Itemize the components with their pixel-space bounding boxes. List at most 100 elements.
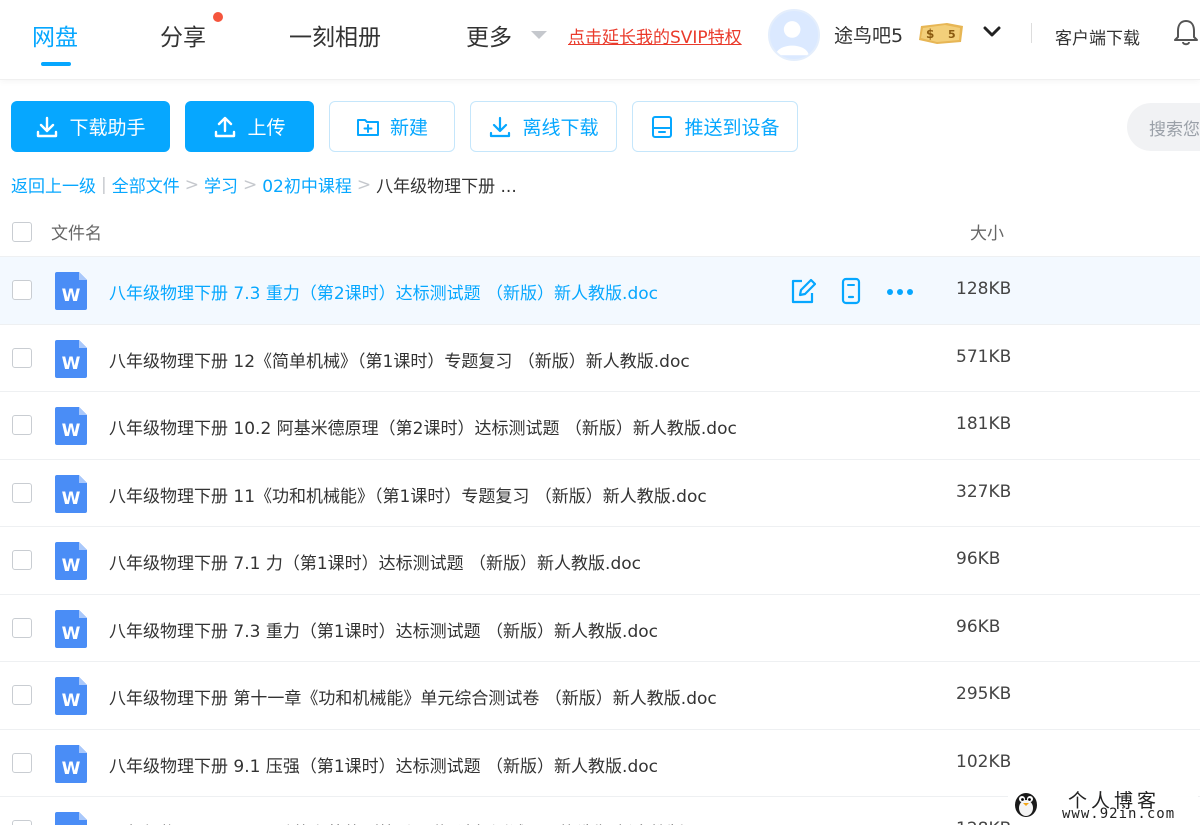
file-name[interactable]: 八年级物理下册 12《简单机械》（第1课时）专题复习 （新版）新人教版.doc (109, 347, 690, 372)
watermark-url: www.92in.com (1062, 806, 1176, 822)
row-checkbox[interactable] (12, 685, 32, 705)
file-size: 102KB (956, 751, 1012, 772)
upload-icon (215, 116, 236, 137)
file-list-header: 文件名 大小 (0, 205, 1200, 257)
file-row[interactable]: W 八年级物理下册 7.3 重力（第1课时）达标测试题 （新版）新人教版.doc 9… (0, 595, 1200, 662)
svg-text:W: W (62, 421, 81, 441)
edit-icon[interactable] (790, 277, 816, 305)
user-menu-chevron-icon[interactable] (983, 26, 1001, 38)
file-row[interactable]: W 八年级物理下册 7.3 重力（第2课时）达标测试题 （新版）新人教版.doc 1… (0, 257, 1200, 325)
penguin-logo-icon (1015, 793, 1037, 817)
offline-download-label: 离线下载 (522, 117, 599, 139)
file-size: 571KB (956, 346, 1012, 367)
active-tab-indicator (41, 62, 71, 66)
row-checkbox[interactable] (12, 617, 32, 638)
word-doc-icon: W (55, 339, 87, 378)
push-to-phone-icon[interactable] (840, 277, 862, 305)
file-name[interactable]: 八年级物理下册 7.3 重力（第1课时）达标测试题 （新版）新人教版.doc (109, 617, 658, 642)
breadcrumb-separator: > (356, 174, 372, 195)
client-download-link[interactable]: 客户端下载 (1055, 24, 1140, 49)
svg-text:W: W (62, 354, 81, 374)
svip-badge-icon[interactable]: $ 5 (917, 20, 967, 46)
breadcrumb-separator: > (184, 174, 199, 195)
word-doc-icon: W (55, 744, 87, 783)
file-name[interactable]: 八年级物理下册 7.3 重力（第2课时）达标测试题 （新版）新人教版.doc (109, 279, 658, 304)
device-icon (652, 115, 673, 138)
chevron-down-icon[interactable] (530, 30, 548, 40)
upload-label: 上传 (247, 117, 286, 139)
file-name[interactable]: 八年级物理下册 11《功和机械能》（第1课时）专题复习 （新版）新人教版.doc (109, 482, 707, 507)
column-header-size[interactable]: 大小 (970, 219, 1004, 244)
back-up-link[interactable]: 返回上一级 (11, 172, 96, 197)
search-placeholder: 搜索您的文件 (1149, 119, 1200, 140)
file-size: 327KB (956, 481, 1012, 502)
breadcrumb: 返回上一级 | 全部文件 > 学习 > 02初中课程 > 八年级物理下册 ... (11, 172, 517, 198)
file-size: 128KB (956, 819, 1011, 825)
word-doc-icon: W (55, 474, 87, 513)
breadcrumb-separator: > (242, 174, 258, 195)
svg-text:W: W (62, 556, 81, 576)
row-checkbox[interactable] (12, 280, 32, 300)
username[interactable]: 途鸟吧5 (834, 21, 903, 48)
file-row[interactable]: W 八年级物理下册 第十一章《功和机械能》单元综合测试卷 （新版）新人教版.doc… (0, 662, 1200, 730)
more-options-icon[interactable] (885, 277, 915, 305)
word-doc-icon: W (55, 272, 87, 310)
avatar[interactable] (768, 9, 820, 61)
file-name[interactable]: 八年级物理下册 10.2 阿基米德原理（第2课时）达标测试题 （新版）新人教版.… (109, 414, 737, 439)
file-list: W 八年级物理下册 7.3 重力（第2课时）达标测试题 （新版）新人教版.doc 1… (0, 257, 1200, 825)
word-doc-icon: W (55, 812, 87, 825)
file-size: 96KB (956, 616, 1001, 637)
word-doc-icon: W (55, 677, 87, 715)
breadcrumb-current-folder: 八年级物理下册 ... (376, 177, 517, 197)
file-size: 295KB (956, 684, 1012, 704)
row-checkbox[interactable] (12, 550, 32, 570)
offline-download-button[interactable]: 离线下载 (470, 101, 617, 152)
row-checkbox[interactable] (12, 415, 32, 435)
breadcrumb-junior-courses[interactable]: 02初中课程 (262, 172, 352, 197)
tab-netdisk[interactable]: 网盘 (32, 18, 78, 52)
select-all-checkbox[interactable] (12, 222, 32, 242)
top-navigation-bar: 网盘 分享 一刻相册 更多 点击延长我的SVIP特权 途鸟吧5 $ 5 客户端下… (0, 0, 1200, 80)
svip-renew-link[interactable]: 点击延长我的SVIP特权 (568, 23, 742, 48)
file-name[interactable]: 八年级物理下册 7.1 力（第1课时）达标测试题 （新版）新人教版.doc (109, 549, 641, 574)
new-folder-button[interactable]: 新建 (329, 101, 455, 152)
breadcrumb-all-files[interactable]: 全部文件 (112, 172, 180, 197)
new-folder-icon (356, 118, 379, 136)
file-name[interactable]: 八年级物理下册 11.3 动能和势能（第2课时）达标测试题 （新版）新人教版.d… (109, 819, 720, 825)
file-row[interactable]: W 八年级物理下册 7.1 力（第1课时）达标测试题 （新版）新人教版.doc 96… (0, 527, 1200, 595)
file-name[interactable]: 八年级物理下册 第十一章《功和机械能》单元综合测试卷 （新版）新人教版.doc (109, 684, 717, 709)
row-checkbox[interactable] (12, 752, 32, 773)
svg-text:5: 5 (948, 28, 956, 41)
row-checkbox[interactable] (12, 482, 32, 503)
user-avatar-icon (775, 21, 809, 56)
column-header-name[interactable]: 文件名 (51, 219, 102, 244)
offline-download-icon (490, 116, 511, 137)
svg-text:W: W (62, 691, 81, 711)
file-size: 181KB (956, 414, 1012, 434)
push-to-device-button[interactable]: 推送到设备 (632, 101, 798, 152)
bell-icon[interactable] (1174, 18, 1198, 46)
svg-text:W: W (62, 759, 81, 779)
breadcrumb-study[interactable]: 学习 (204, 172, 238, 197)
tab-moment-album[interactable]: 一刻相册 (289, 18, 381, 52)
file-name[interactable]: 八年级物理下册 9.1 压强（第1课时）达标测试题 （新版）新人教版.doc (109, 752, 658, 777)
file-row[interactable]: W 八年级物理下册 12《简单机械》（第1课时）专题复习 （新版）新人教版.doc… (0, 325, 1200, 392)
svg-text:$: $ (926, 27, 934, 41)
tab-share[interactable]: 分享 (160, 18, 206, 52)
word-doc-icon: W (55, 542, 87, 580)
file-row[interactable]: W 八年级物理下册 10.2 阿基米德原理（第2课时）达标测试题 （新版）新人教版… (0, 392, 1200, 460)
tab-more[interactable]: 更多 (466, 18, 512, 52)
row-checkbox[interactable] (12, 347, 32, 368)
download-helper-button[interactable]: 下载助手 (11, 101, 170, 152)
new-label: 新建 (389, 117, 428, 139)
file-size: 96KB (956, 549, 1001, 569)
row-checkbox[interactable] (12, 820, 32, 825)
push-to-device-label: 推送到设备 (684, 117, 780, 139)
search-input[interactable]: 搜索您的文件 (1127, 103, 1200, 151)
upload-button[interactable]: 上传 (185, 101, 314, 152)
file-row[interactable]: W 八年级物理下册 11《功和机械能》（第1课时）专题复习 （新版）新人教版.do… (0, 460, 1200, 527)
svg-text:W: W (62, 624, 81, 644)
word-doc-icon: W (55, 407, 87, 445)
file-size: 128KB (956, 279, 1012, 299)
word-doc-icon: W (55, 609, 87, 648)
